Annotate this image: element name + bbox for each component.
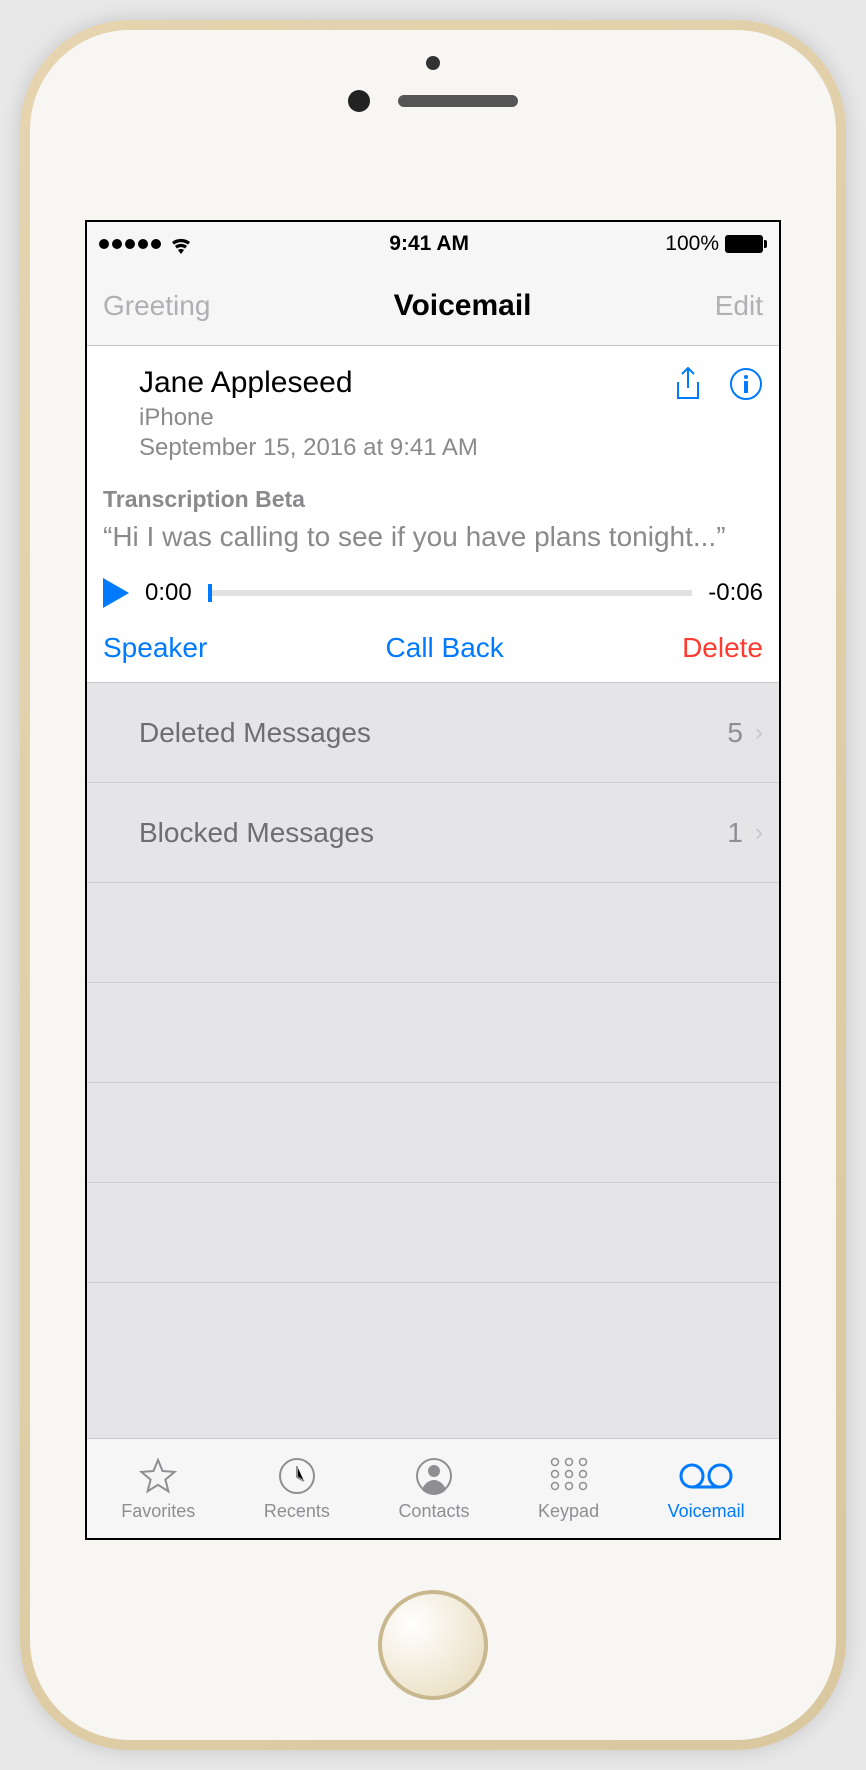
play-icon[interactable]: [103, 578, 129, 608]
phone-frame: 9:41 AM 100% Greeting Voicemail Edit: [20, 20, 846, 1750]
empty-row: [87, 983, 779, 1083]
chevron-right-icon: ›: [755, 819, 763, 847]
star-icon: [138, 1455, 178, 1497]
tab-label: Voicemail: [668, 1501, 745, 1522]
blocked-count: 1: [727, 817, 743, 849]
top-sensors: [30, 90, 836, 112]
status-time: 9:41 AM: [389, 232, 469, 256]
tab-contacts[interactable]: Contacts: [398, 1455, 469, 1522]
share-icon[interactable]: [673, 366, 703, 402]
earpiece-speaker: [398, 95, 518, 107]
callback-button[interactable]: Call Back: [386, 632, 504, 664]
empty-row: [87, 1083, 779, 1183]
caller-name: Jane Appleseed: [139, 366, 478, 400]
battery-percentage: 100%: [665, 232, 719, 256]
person-icon: [414, 1455, 454, 1497]
proximity-sensor: [426, 56, 440, 70]
status-left: [99, 234, 193, 254]
status-bar: 9:41 AM 100%: [87, 222, 779, 266]
voicemail-timestamp: September 15, 2016 at 9:41 AM: [139, 434, 478, 462]
greeting-button[interactable]: Greeting: [103, 290, 210, 322]
info-icon[interactable]: [729, 367, 763, 401]
front-camera: [348, 90, 370, 112]
chevron-right-icon: ›: [755, 719, 763, 747]
deleted-label: Deleted Messages: [139, 717, 371, 749]
tab-recents[interactable]: Recents: [264, 1455, 330, 1522]
tab-keypad[interactable]: Keypad: [538, 1455, 599, 1522]
scrubber-thumb[interactable]: [208, 584, 212, 602]
delete-button[interactable]: Delete: [682, 632, 763, 664]
blocked-label: Blocked Messages: [139, 817, 374, 849]
clock-icon: [277, 1455, 317, 1497]
voicemail-icon: [679, 1455, 733, 1497]
tab-bar: Favorites Recents Contacts: [87, 1438, 779, 1538]
tab-label: Recents: [264, 1501, 330, 1522]
status-right: 100%: [665, 232, 767, 256]
speaker-button[interactable]: Speaker: [103, 632, 207, 664]
tab-label: Contacts: [398, 1501, 469, 1522]
message-folders: Deleted Messages 5 › Blocked Messages 1 …: [87, 683, 779, 1438]
home-button[interactable]: [378, 1590, 488, 1700]
voicemail-actions: Speaker Call Back Delete: [103, 632, 763, 664]
battery-icon: [725, 235, 767, 253]
scrubber-track[interactable]: [208, 590, 693, 596]
wifi-icon: [169, 234, 193, 254]
empty-row: [87, 1183, 779, 1283]
transcription-label: Transcription Beta: [103, 486, 763, 513]
blocked-messages-row[interactable]: Blocked Messages 1 ›: [87, 783, 779, 883]
transcription-text: “Hi I was calling to see if you have pla…: [103, 519, 763, 554]
empty-row: [87, 883, 779, 983]
edit-button[interactable]: Edit: [715, 290, 763, 322]
phone-body: 9:41 AM 100% Greeting Voicemail Edit: [30, 30, 836, 1740]
elapsed-time: 0:00: [145, 579, 192, 607]
deleted-messages-row[interactable]: Deleted Messages 5 ›: [87, 683, 779, 783]
tab-voicemail[interactable]: Voicemail: [668, 1455, 745, 1522]
tab-label: Keypad: [538, 1501, 599, 1522]
keypad-icon: [547, 1455, 591, 1497]
audio-player: 0:00 -0:06: [103, 578, 763, 608]
voicemail-detail: Jane Appleseed iPhone September 15, 2016…: [87, 346, 779, 683]
nav-bar: Greeting Voicemail Edit: [87, 266, 779, 346]
tab-label: Favorites: [121, 1501, 195, 1522]
caller-source: iPhone: [139, 404, 478, 432]
remaining-time: -0:06: [708, 579, 763, 607]
screen: 9:41 AM 100% Greeting Voicemail Edit: [85, 220, 781, 1540]
tab-favorites[interactable]: Favorites: [121, 1455, 195, 1522]
page-title: Voicemail: [394, 289, 532, 323]
deleted-count: 5: [727, 717, 743, 749]
signal-dots-icon: [99, 239, 161, 249]
